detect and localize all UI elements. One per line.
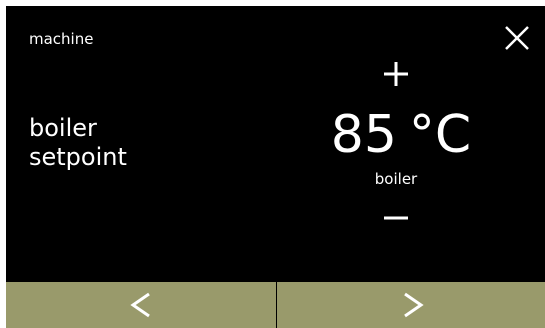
close-icon bbox=[505, 26, 529, 50]
setpoint-unit: °C bbox=[408, 105, 472, 165]
close-button[interactable] bbox=[501, 22, 533, 54]
chevron-right-icon bbox=[404, 292, 424, 318]
setpoint-sublabel: boiler bbox=[374, 170, 418, 188]
plus-icon bbox=[384, 62, 408, 86]
increase-button[interactable] bbox=[378, 56, 414, 92]
previous-button[interactable] bbox=[6, 282, 276, 328]
next-button[interactable] bbox=[277, 282, 545, 328]
minus-icon bbox=[384, 216, 408, 220]
parameter-label: boiler setpoint bbox=[29, 114, 127, 172]
boiler-setpoint-screen: machine boiler setpoint 85 °C boiler bbox=[6, 6, 545, 328]
chevron-left-icon bbox=[130, 292, 150, 318]
navigation-footer bbox=[6, 282, 545, 328]
setpoint-value: 85 bbox=[330, 105, 397, 165]
parameter-label-line1: boiler bbox=[29, 114, 97, 142]
setpoint-value-display: 85 °C bbox=[306, 104, 496, 166]
parameter-label-line2: setpoint bbox=[29, 143, 127, 171]
decrease-button[interactable] bbox=[378, 200, 414, 236]
section-title: machine bbox=[29, 30, 94, 48]
